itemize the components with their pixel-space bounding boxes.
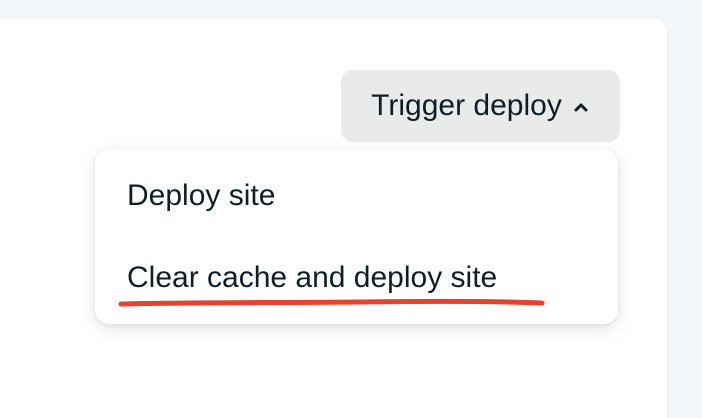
menu-item-deploy-site[interactable]: Deploy site <box>127 179 275 213</box>
deploy-dropdown-menu: Deploy site Clear cache and deploy site <box>95 149 618 324</box>
chevron-up-icon <box>572 98 590 116</box>
trigger-deploy-button[interactable]: Trigger deploy <box>341 70 620 142</box>
menu-item-clear-cache-and-deploy[interactable]: Clear cache and deploy site <box>127 261 497 295</box>
trigger-deploy-label: Trigger deploy <box>371 89 562 122</box>
